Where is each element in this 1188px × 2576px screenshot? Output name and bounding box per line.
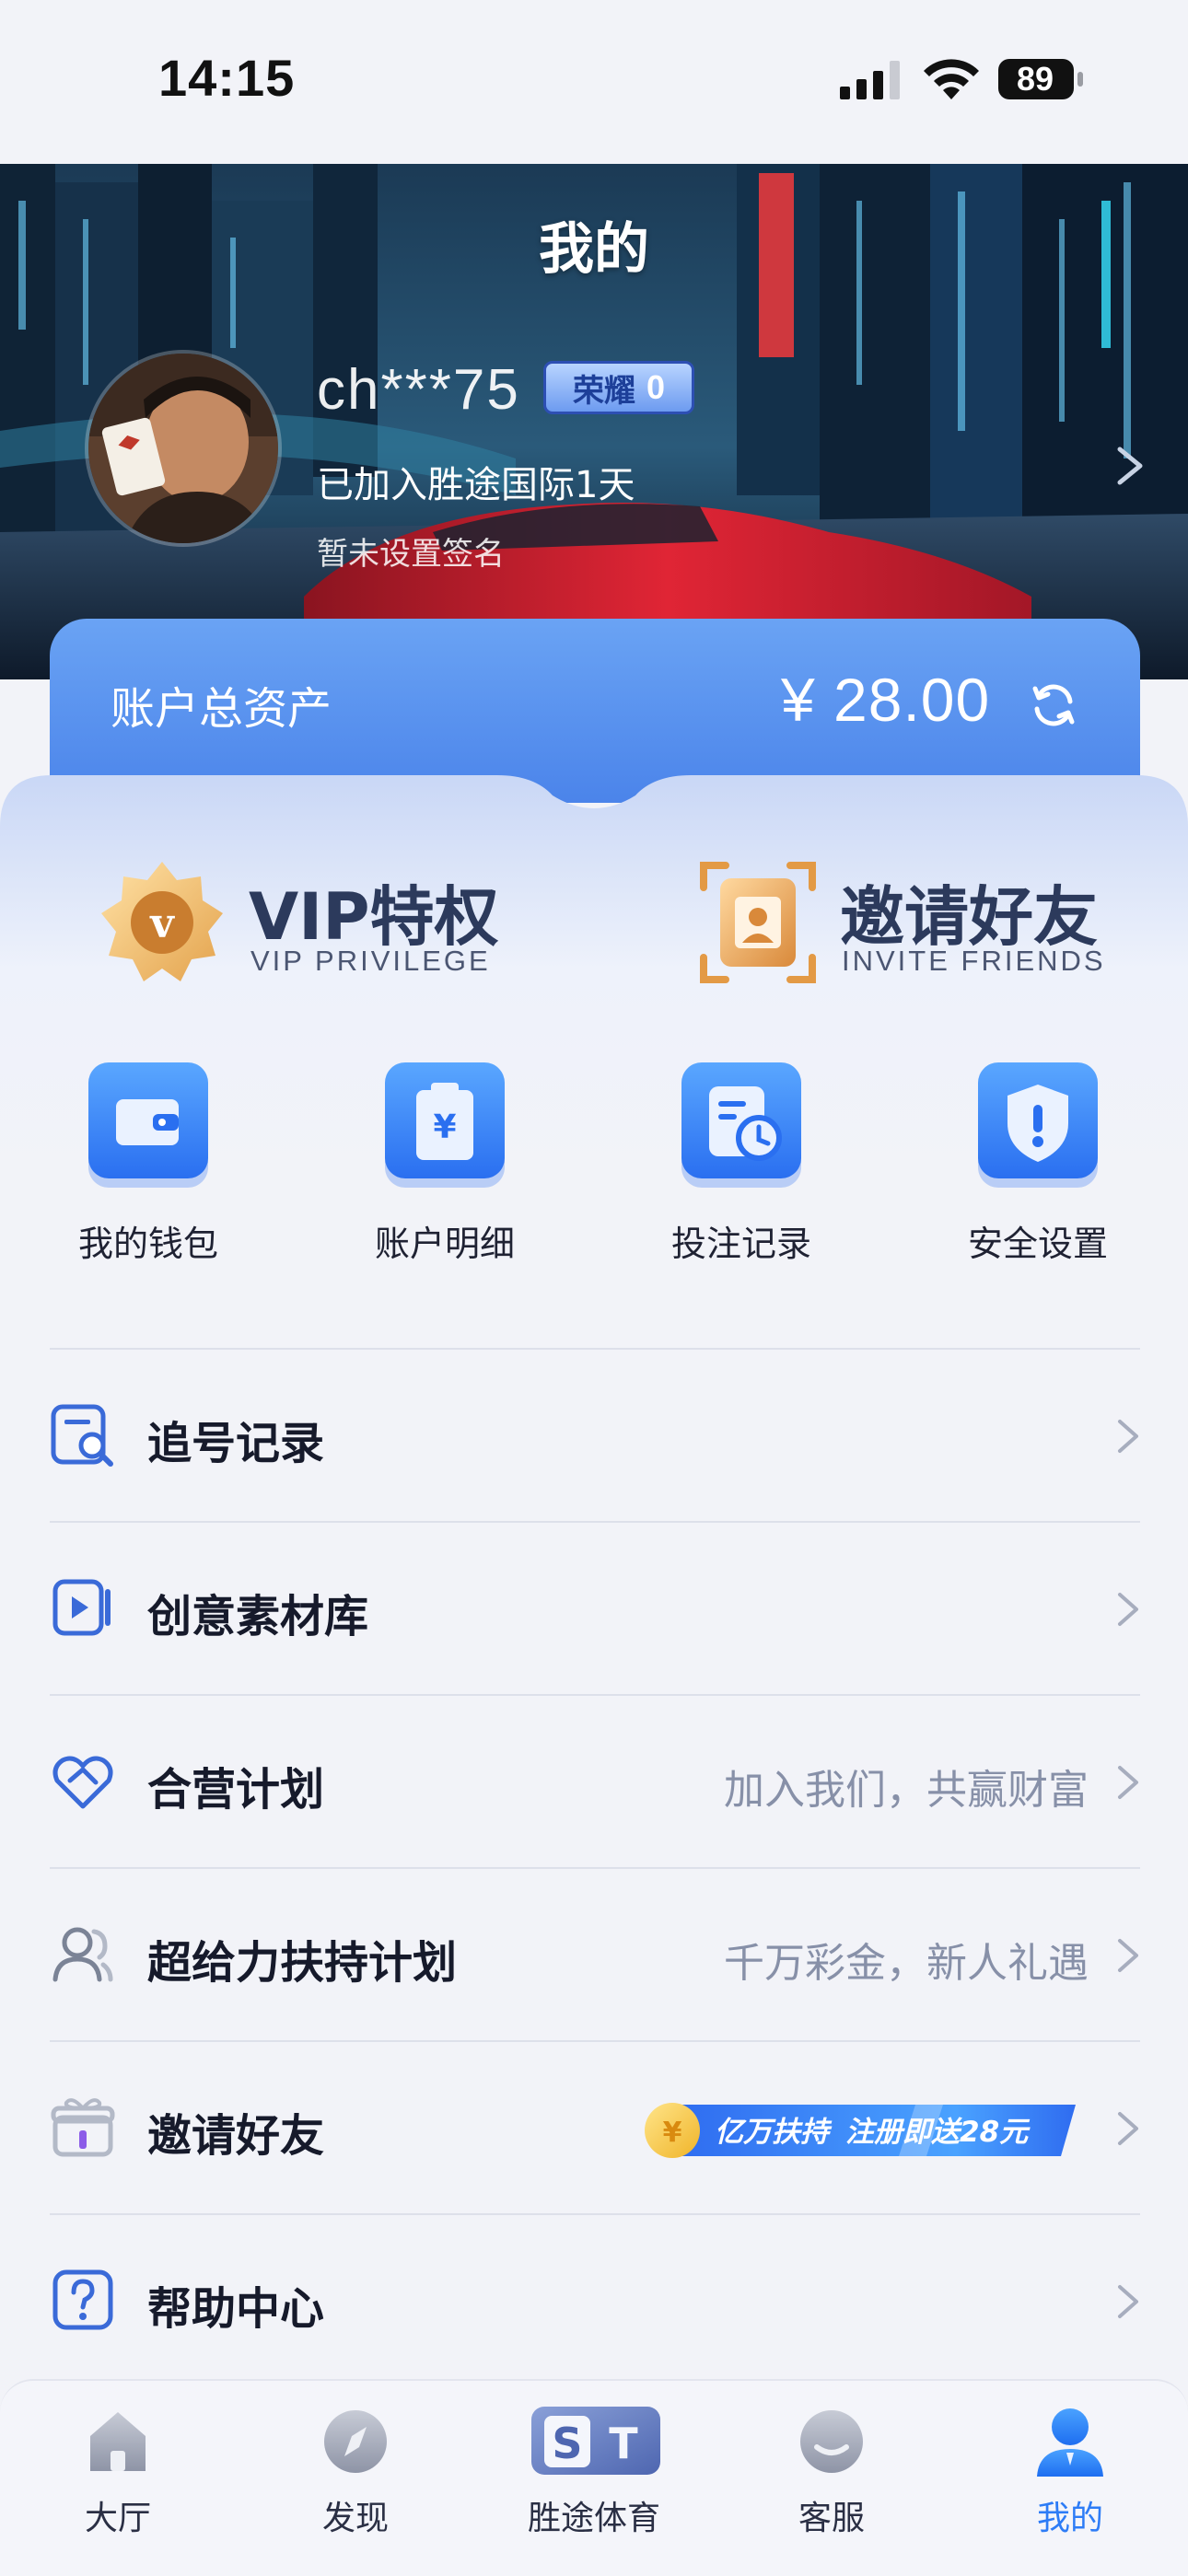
support-plan-icon [52,1927,113,1982]
media-library-icon [52,1579,111,1636]
username: ch***75 [317,358,520,422]
home-icon [90,2412,146,2471]
banner-text-a: 亿万扶持 [715,2116,833,2149]
tab-label: 胜途体育 [527,2500,660,2537]
menu-item-invite-friends[interactable]: 邀请好友 ¥ 亿万扶持 注册即送28元 [50,2040,1140,2213]
quick-action-label: 投注记录 [670,1224,811,1264]
wallet-icon [88,1062,208,1188]
quick-action-label: 安全设置 [967,1224,1108,1264]
rank-label: 荣耀 [572,372,635,410]
menu-hint: 加入我们，共赢财富 [724,1767,1089,1814]
tab-lobby[interactable]: 大厅 [26,2399,210,2537]
invite-promo-banner[interactable]: ¥ 亿万扶持 注册即送28元 [639,2094,1081,2167]
tab-discover[interactable]: 发现 [263,2399,448,2537]
banner-text-b: 注册即送28元 [845,2116,1031,2149]
tab-customer-service[interactable]: 客服 [740,2399,924,2537]
chase-record-icon [51,1404,113,1467]
menu-item-media-library[interactable]: 创意素材库 [50,1521,1140,1694]
security-icon [978,1062,1098,1188]
help-icon [52,2269,113,2330]
quick-action-bet-record[interactable]: 投注记录 [639,1059,823,1280]
coin-symbol: ¥ [663,2117,682,2149]
chevron-right-icon[interactable] [1114,446,1146,486]
quick-action-wallet[interactable]: 我的钱包 [46,1059,230,1280]
quick-action-security[interactable]: 安全设置 [936,1059,1120,1280]
menu-label: 创意素材库 [147,1591,369,1642]
invite-friends-icon[interactable] [698,860,818,985]
quick-action-account-detail[interactable]: ¥ 账户明细 [343,1059,527,1280]
tab-sports[interactable]: S T 胜途体育 [502,2399,686,2537]
tab-label: 我的 [1036,2500,1103,2537]
menu-label: 合营计划 [147,1764,325,1816]
st-logo-s: S [552,2419,582,2468]
support-icon [800,2410,863,2473]
menu-label: 帮助中心 [147,2283,325,2335]
vip-badge-icon[interactable]: v [99,860,225,985]
bottom-tab-bar: 大厅 发现 S T 胜途体育 客服 我的 [0,2379,1188,2576]
vip-subtitle: VIP PRIVILEGE [250,945,491,977]
chevron-right-icon [1118,1420,1138,1453]
invite-subtitle: INVITE FRIENDS [842,945,1106,977]
status-time: 14:15 [158,49,296,107]
menu-item-support-plan[interactable]: 超给力扶持计划 千万彩金，新人礼遇 [50,1867,1140,2040]
chevron-right-icon [1118,1939,1138,1972]
menu-label: 追号记录 [147,1418,325,1469]
quick-action-label: 我的钱包 [77,1224,218,1264]
account-detail-icon: ¥ [385,1062,505,1188]
bet-record-icon [681,1062,801,1188]
chevron-right-icon [1118,1593,1138,1626]
asset-value: ¥ 28.00 [781,666,991,734]
chevron-right-icon [1118,2112,1138,2145]
st-logo-icon: S T [531,2407,660,2475]
cellular-signal-icon [840,61,900,99]
menu-item-chase-record[interactable]: 追号记录 [50,1348,1140,1521]
rank-value: 0 [646,368,666,406]
svg-text:v: v [149,900,175,947]
menu-item-partnership[interactable]: 合营计划 加入我们，共赢财富 [50,1694,1140,1867]
chevron-right-icon [1118,2285,1138,2318]
refresh-icon[interactable] [1028,679,1079,731]
chevron-right-icon [1118,1766,1138,1799]
svg-text:¥: ¥ [433,1108,456,1146]
st-logo-t: T [609,2419,638,2468]
menu-hint: 千万彩金，新人礼遇 [724,1940,1089,1987]
tab-label: 大厅 [84,2500,151,2537]
user-avatar[interactable] [85,350,282,547]
page-title: 我的 [539,217,649,282]
menu-label: 邀请好友 [147,2110,325,2162]
tab-label: 发现 [321,2500,389,2537]
signature-text: 暂未设置签名 [317,536,505,573]
avatar-portrait [88,354,278,543]
tab-mine[interactable]: 我的 [978,2399,1162,2537]
joined-duration: 已加入胜途国际1天 [317,464,635,506]
partnership-icon [52,1756,113,1809]
asset-label: 账户总资产 [111,683,332,735]
profile-icon [1037,2408,1103,2477]
menu-label: 超给力扶持计划 [147,1937,458,1989]
compass-icon [324,2410,387,2473]
battery-level: 89 [1016,60,1054,98]
tab-label: 客服 [798,2500,865,2537]
wifi-icon [924,59,979,99]
menu-item-help-center[interactable]: 帮助中心 [50,2213,1140,2386]
quick-action-label: 账户明细 [374,1224,515,1264]
gift-icon [51,2098,115,2157]
rank-badge: 荣耀 0 [543,361,694,414]
